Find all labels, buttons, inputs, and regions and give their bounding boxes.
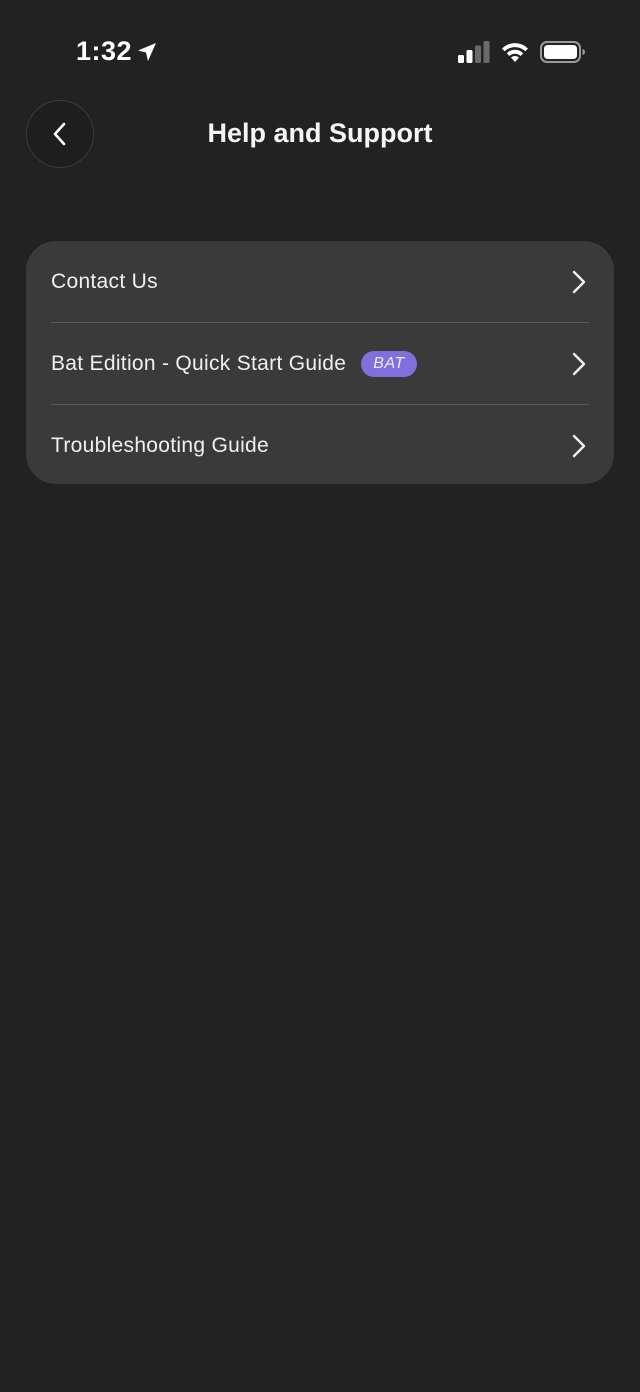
menu-item-troubleshooting-guide[interactable]: Troubleshooting Guide xyxy=(51,404,589,486)
chevron-left-icon xyxy=(53,122,66,146)
menu-item-label: Troubleshooting Guide xyxy=(51,433,269,457)
chevron-right-icon xyxy=(572,352,586,375)
chevron-right-icon xyxy=(572,270,586,293)
battery-icon xyxy=(540,41,585,63)
menu-item-contact-us[interactable]: Contact Us xyxy=(51,241,589,322)
cellular-signal-icon xyxy=(458,41,490,63)
menu-item-quick-start-guide[interactable]: Bat Edition - Quick Start Guide BAT xyxy=(51,322,589,404)
menu-item-label: Contact Us xyxy=(51,269,158,293)
menu-item-label: Bat Edition - Quick Start Guide xyxy=(51,351,347,375)
status-time: 1:32 xyxy=(76,36,133,66)
location-arrow-icon xyxy=(138,43,156,61)
bat-badge: BAT xyxy=(361,350,417,377)
back-button[interactable] xyxy=(26,100,94,168)
help-menu-card: Contact Us Bat Edition - Quick Start Gui… xyxy=(26,241,614,484)
wifi-icon xyxy=(502,43,528,62)
status-bar: 1:32 xyxy=(0,0,640,100)
chevron-right-icon xyxy=(572,434,586,457)
page-title: Help and Support xyxy=(207,118,433,148)
